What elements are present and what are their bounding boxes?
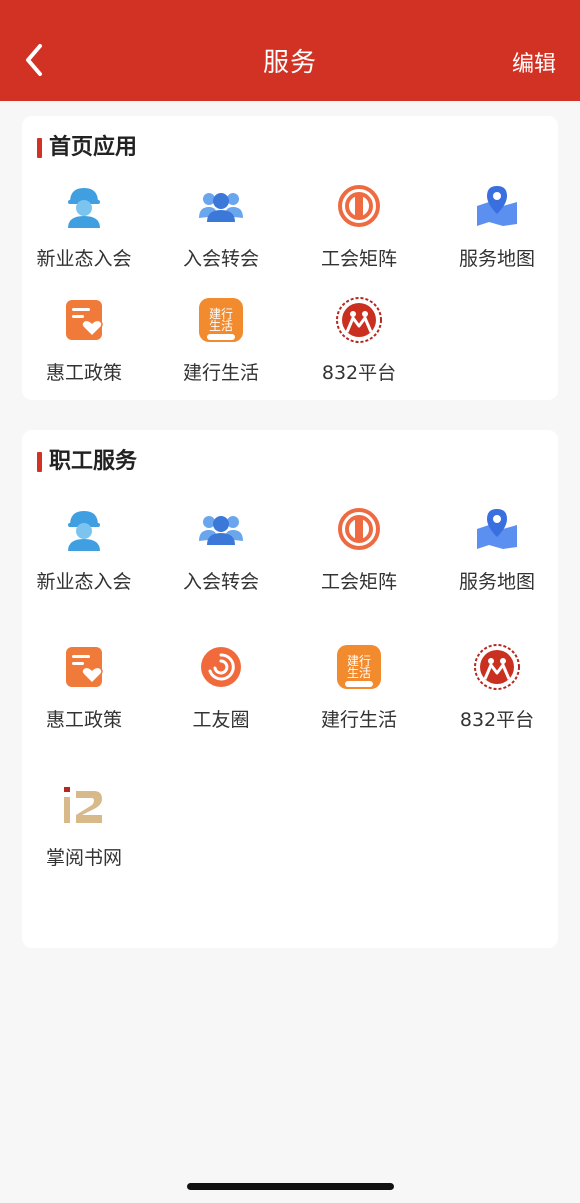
- circle-swirl-icon: [201, 647, 241, 687]
- group-icon: [199, 516, 243, 545]
- map-pin-icon: [477, 186, 517, 226]
- app-item-832-platform[interactable]: 832平台: [290, 296, 428, 385]
- app-label: 工会矩阵: [320, 248, 397, 270]
- app-label: 入会转会: [182, 248, 259, 270]
- service-label: 服务地图: [458, 571, 535, 593]
- app-label: 服务地图: [458, 248, 535, 270]
- app-label: 惠工政策: [45, 362, 122, 384]
- emblem-832-icon: [474, 644, 520, 690]
- app-label: 建行生活: [182, 362, 259, 384]
- group-icon: [199, 193, 243, 222]
- union-logo-icon: [338, 508, 380, 550]
- ccb-text-bottom: 生活: [347, 666, 371, 680]
- service-item-join-transfer[interactable]: 入会转会: [152, 505, 290, 594]
- service-item-worker-circle[interactable]: 工友圈: [152, 643, 290, 732]
- app-item-union-matrix[interactable]: 工会矩阵: [290, 182, 428, 271]
- emblem-832-icon: [336, 297, 382, 343]
- map-pin-icon: [477, 509, 517, 549]
- service-label: 工会矩阵: [320, 571, 397, 593]
- service-item-union-matrix[interactable]: 工会矩阵: [290, 505, 428, 594]
- ccb-life-icon: 建行 生活: [199, 298, 243, 342]
- policy-heart-icon: [66, 300, 103, 340]
- service-label: 入会转会: [182, 571, 259, 593]
- page-title: 服务: [262, 48, 317, 78]
- union-logo-icon: [338, 185, 380, 227]
- section-title-home-apps: 首页应用: [37, 136, 137, 160]
- service-label: 832平台: [459, 709, 535, 731]
- top-bar: 服务 编辑: [0, 0, 580, 101]
- service-item-policy[interactable]: 惠工政策: [15, 643, 153, 732]
- app-label: 832平台: [321, 362, 397, 384]
- ireader-icon: [64, 787, 102, 823]
- app-item-service-map[interactable]: 服务地图: [428, 182, 566, 271]
- service-label: 掌阅书网: [45, 847, 122, 869]
- ccb-life-icon: 建行 生活: [337, 645, 381, 689]
- home-apps-card: 首页应用 新业态入会 入会转会 工会矩阵 服务地图 惠工政策 建行 生活 建行生…: [22, 116, 558, 400]
- service-label: 新业态入会: [36, 571, 132, 593]
- worker-icon: [68, 511, 100, 551]
- policy-heart-icon: [66, 647, 103, 687]
- worker-icon: [68, 188, 100, 228]
- service-item-832-platform[interactable]: 832平台: [428, 643, 566, 732]
- section-title-worker-services: 职工服务: [37, 450, 137, 474]
- edit-button[interactable]: 编辑: [512, 46, 556, 78]
- app-item-join-transfer[interactable]: 入会转会: [152, 182, 290, 271]
- app-item-policy[interactable]: 惠工政策: [15, 296, 153, 385]
- service-label: 惠工政策: [45, 709, 122, 731]
- service-label: 建行生活: [320, 709, 397, 731]
- service-item-ccb-life[interactable]: 建行 生活 建行生活: [290, 643, 428, 732]
- app-item-new-format-join[interactable]: 新业态入会: [15, 182, 153, 271]
- home-indicator[interactable]: [187, 1183, 394, 1190]
- service-item-ireader[interactable]: 掌阅书网: [15, 781, 153, 870]
- worker-services-card: 职工服务 新业态入会 入会转会 工会矩阵 服务地图 惠工政策 工友圈 建行 生活…: [22, 430, 558, 948]
- ccb-text-bottom: 生活: [209, 319, 233, 333]
- app-label: 新业态入会: [36, 248, 132, 270]
- service-item-new-format-join[interactable]: 新业态入会: [15, 505, 153, 594]
- service-item-service-map[interactable]: 服务地图: [428, 505, 566, 594]
- app-item-ccb-life[interactable]: 建行 生活 建行生活: [152, 296, 290, 385]
- service-label: 工友圈: [192, 709, 250, 731]
